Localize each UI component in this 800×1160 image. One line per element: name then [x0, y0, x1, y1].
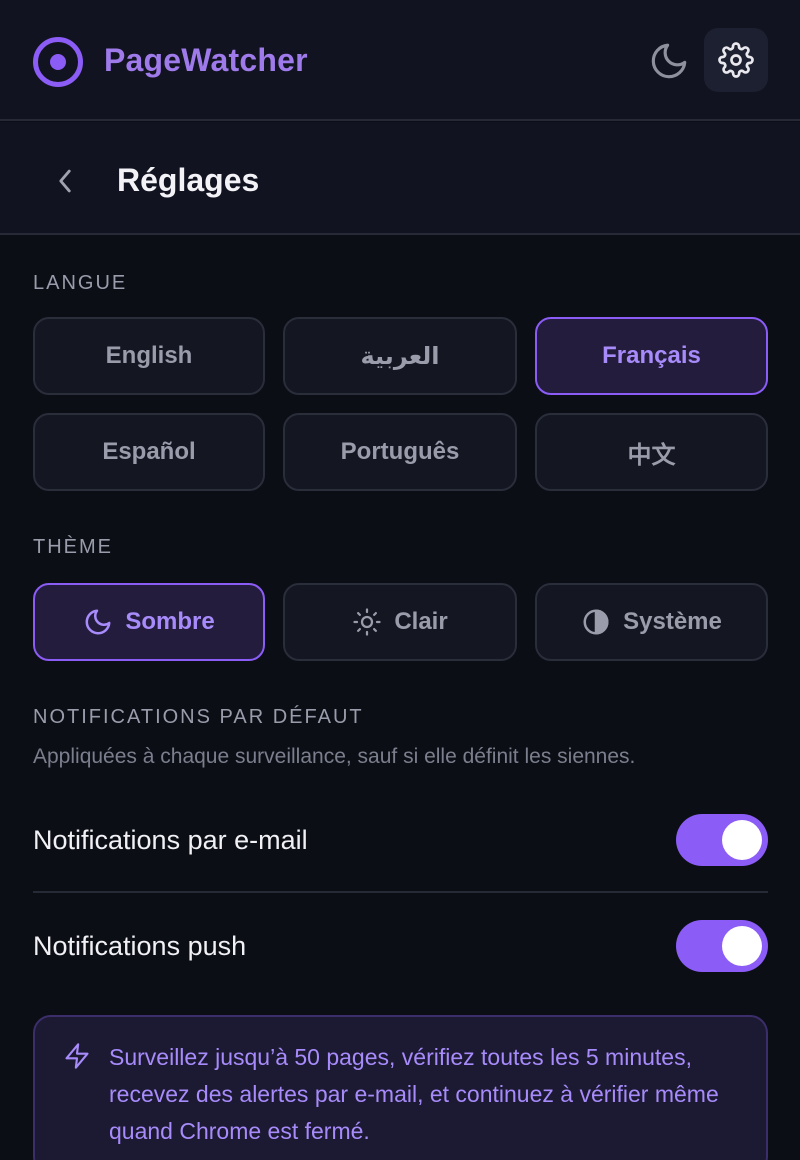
theme-option-system[interactable]: Système: [535, 583, 768, 661]
language-option-chinese[interactable]: 中文: [535, 413, 768, 491]
notifications-section-label: NOTIFICATIONS PAR DÉFAUT: [33, 706, 364, 728]
email-notifications-label: Notifications par e-mail: [33, 825, 308, 855]
language-option-english[interactable]: English: [33, 317, 265, 395]
sun-icon: [353, 608, 381, 636]
push-notifications-label: Notifications push: [33, 931, 247, 961]
theme-section-label: THÈME: [33, 536, 113, 558]
settings-header: Réglages: [0, 122, 800, 235]
theme-option-label: Sombre: [125, 608, 215, 635]
email-notifications-toggle[interactable]: [676, 814, 768, 866]
pro-features-banner: Surveillez jusqu’à 50 pages, vérifiez to…: [33, 1015, 768, 1160]
back-button[interactable]: [48, 160, 82, 202]
chevron-left-icon: [59, 169, 71, 193]
push-notifications-row: Notifications push: [33, 894, 768, 999]
language-option-french[interactable]: Français: [535, 317, 768, 395]
push-notifications-toggle[interactable]: [676, 920, 768, 972]
email-notifications-row: Notifications par e-mail: [33, 788, 768, 893]
page-title: Réglages: [117, 162, 260, 198]
app-logo-icon: [33, 37, 83, 87]
settings-button[interactable]: [704, 28, 768, 92]
theme-option-label: Système: [623, 608, 722, 635]
theme-option-dark[interactable]: Sombre: [33, 583, 265, 661]
pro-features-text: Surveillez jusqu’à 50 pages, vérifiez to…: [109, 1044, 719, 1144]
divider: [33, 891, 768, 893]
language-section-label: LANGUE: [33, 272, 128, 294]
language-option-portuguese[interactable]: Português: [283, 413, 517, 491]
theme-option-label: Clair: [394, 608, 448, 635]
half-circle-icon: [583, 609, 609, 635]
notifications-description: Appliquées à chaque surveillance, sauf s…: [33, 745, 636, 768]
theme-option-light[interactable]: Clair: [283, 583, 517, 661]
bolt-icon: [65, 1043, 89, 1069]
moon-icon[interactable]: [648, 40, 690, 82]
gear-icon: [718, 42, 754, 78]
moon-icon: [85, 609, 111, 635]
top-bar: PageWatcher: [0, 0, 800, 121]
language-option-arabic[interactable]: العربية: [283, 317, 517, 395]
app-title: PageWatcher: [104, 42, 308, 78]
language-option-spanish[interactable]: Español: [33, 413, 265, 491]
